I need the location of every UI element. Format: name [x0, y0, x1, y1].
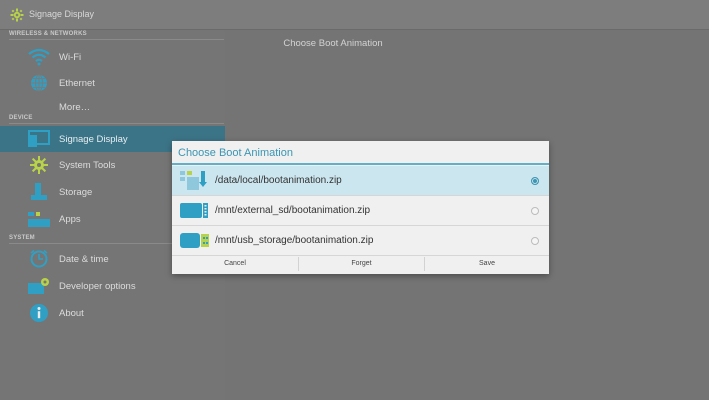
option-external-sd[interactable]: /mnt/external_sd/bootanimation.zip [172, 196, 549, 226]
option-path: /mnt/external_sd/bootanimation.zip [215, 205, 371, 216]
apps-icon [28, 212, 50, 227]
section-header-wireless: WIRELESS & NETWORKS [9, 31, 87, 37]
section-divider [9, 123, 224, 124]
wifi-icon [28, 48, 50, 66]
option-path: /mnt/usb_storage/bootanimation.zip [215, 235, 374, 246]
sidebar-item-ethernet[interactable]: Ethernet [0, 70, 225, 96]
internal-storage-icon [180, 171, 207, 190]
radio-button[interactable] [531, 237, 539, 245]
option-path: /data/local/bootanimation.zip [215, 175, 342, 186]
section-header-device: DEVICE [9, 115, 33, 121]
sidebar-item-label: Apps [59, 214, 81, 225]
page-title: Choose Boot Animation [283, 38, 383, 49]
settings-gear-icon [10, 8, 24, 22]
boot-animation-dialog: Choose Boot Animation /data/local/bootan… [172, 141, 549, 274]
sidebar-item-label: Signage Display [59, 134, 128, 145]
radio-button[interactable] [531, 207, 539, 215]
gear-icon [30, 156, 48, 174]
dialog-title: Choose Boot Animation [178, 147, 293, 159]
sidebar-item-label: Storage [59, 187, 93, 198]
window-title: Signage Display [29, 9, 95, 19]
sidebar-item-about[interactable]: About [0, 300, 225, 326]
sidebar-item-developer-options[interactable]: Developer options [0, 273, 225, 299]
dialog-header: Choose Boot Animation [172, 141, 549, 165]
sidebar-item-label: Date & time [59, 254, 109, 265]
sidebar-item-label: Wi-Fi [59, 52, 82, 63]
usb-icon [180, 233, 209, 248]
globe-icon [31, 74, 47, 92]
storage-icon [31, 183, 47, 200]
sidebar-item-more[interactable]: More… [0, 94, 225, 120]
info-icon [30, 304, 48, 322]
dialog-button-bar: Cancel Forget Save [172, 254, 549, 274]
display-icon [28, 130, 50, 147]
title-bar: Signage Display [0, 0, 709, 30]
sidebar-item-label: Developer options [59, 281, 136, 292]
sd-card-icon [180, 203, 208, 218]
option-data-local[interactable]: /data/local/bootanimation.zip [172, 166, 549, 196]
dialog-title-divider [172, 163, 549, 165]
section-header-system: SYSTEM [9, 235, 35, 241]
section-divider [9, 39, 224, 40]
sidebar-item-label: More… [59, 102, 91, 113]
radio-button-selected[interactable] [531, 177, 539, 185]
sidebar-item-label: About [59, 308, 84, 319]
save-button[interactable]: Save [425, 254, 549, 274]
developer-icon [28, 278, 49, 294]
sidebar-item-wifi[interactable]: Wi-Fi [0, 44, 225, 70]
option-usb-storage[interactable]: /mnt/usb_storage/bootanimation.zip [172, 226, 549, 256]
sidebar-item-label: Ethernet [59, 78, 95, 89]
sidebar-item-label: System Tools [59, 160, 116, 171]
cancel-button[interactable]: Cancel [172, 254, 298, 274]
clock-icon [30, 250, 48, 268]
forget-button[interactable]: Forget [299, 254, 424, 274]
